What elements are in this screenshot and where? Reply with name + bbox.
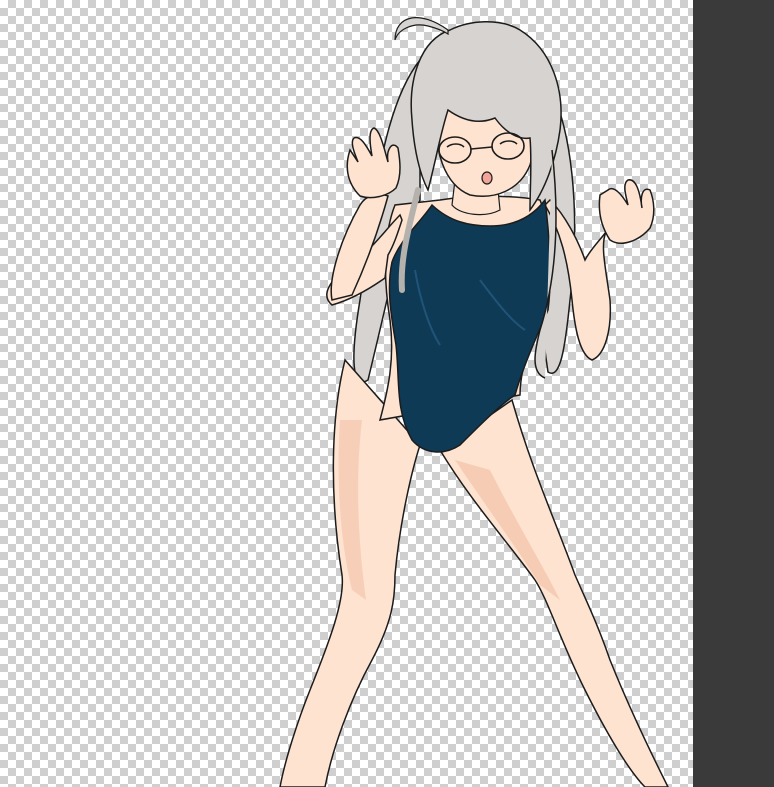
image-editor-window	[0, 0, 774, 787]
drawing-canvas[interactable]	[0, 0, 693, 787]
side-panel	[693, 0, 774, 787]
swimsuit	[388, 198, 551, 453]
right-hand	[598, 179, 655, 244]
mouth	[481, 171, 493, 185]
character-artwork-layer	[279, 17, 669, 787]
